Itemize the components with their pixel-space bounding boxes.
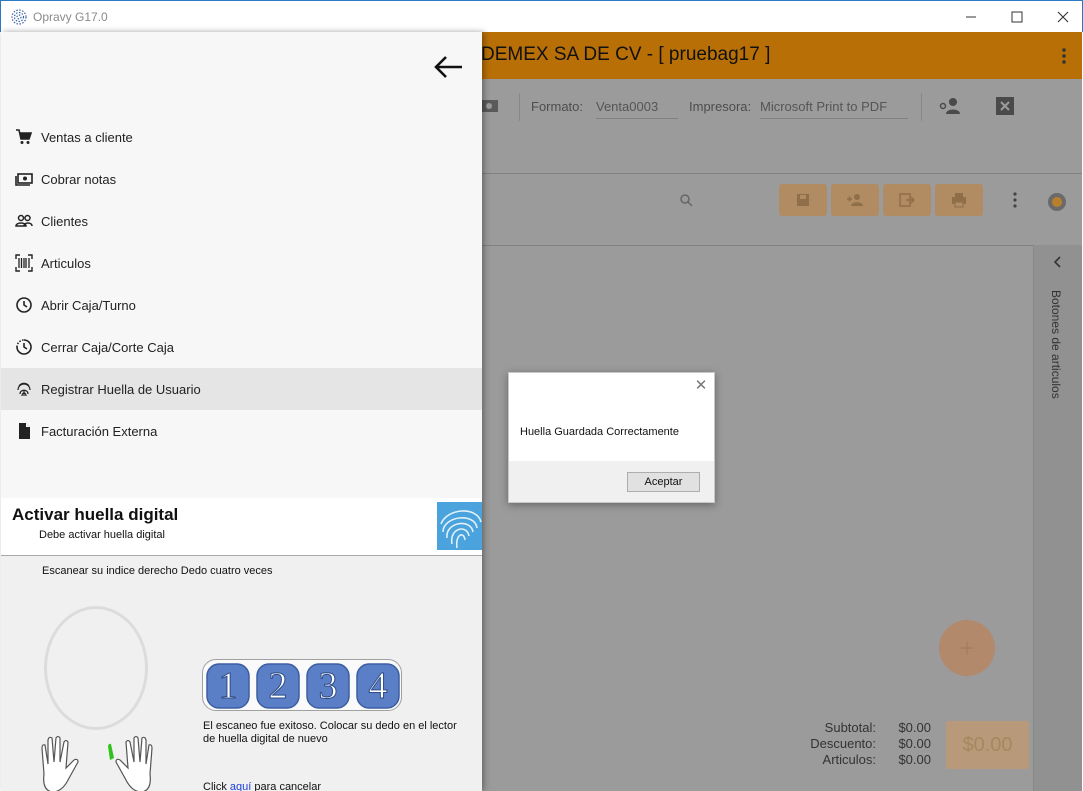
menu-item-facturacion[interactable]: Facturación Externa [1,410,482,452]
cart-icon [16,129,33,144]
status-indicator-icon [1048,193,1066,211]
fingerprint-instruction: Escanear su indice derecho Dedo cuatro v… [42,565,273,577]
cash-icon [15,173,33,186]
fingerprint-image-icon [437,502,482,550]
articles-buttons-label: Botones de articulos [1049,290,1063,399]
impresora-label: Impresora: [689,99,752,114]
subtotal-label: Subtotal: [824,720,876,735]
total-pay-button[interactable]: $0.00 [946,721,1029,769]
menu-item-label: Cobrar notas [41,171,117,187]
menu-item-cobrar[interactable]: Cobrar notas [1,158,482,200]
scan-step-2: 2 [268,665,288,708]
toolbar-divider [921,93,922,121]
fingerprint-subtitle: Debe activar huella digital [39,529,165,541]
dialog-footer: Aceptar [509,461,714,502]
divider [482,173,1082,174]
save-icon [797,194,809,206]
search-icon[interactable] [679,193,693,207]
add-client-button[interactable] [831,184,879,216]
clock-half-icon [16,339,32,355]
close-icon [1057,11,1069,23]
company-title: DEMEX SA DE CV - [ pruebag17 ] [481,44,771,65]
articles-row: Articulos: $0.00 [781,752,931,768]
scan-step-3: 3 [318,665,338,708]
maximize-button[interactable] [994,1,1040,33]
hands-icon [41,735,153,791]
discount-label: Descuento: [810,736,876,751]
articles-value: $0.00 [898,752,931,767]
document-icon [19,423,30,439]
discount-value: $0.00 [898,736,931,751]
menu-item-label: Facturación Externa [41,423,158,439]
fingerprint-title: Activar huella digital [12,505,179,524]
cancel-prefix: Click [203,781,230,791]
articles-label: Articulos: [822,752,876,767]
menu-item-ventas[interactable]: Ventas a cliente [1,116,482,158]
scan-progress-steps: 1 2 3 4 [202,659,402,711]
scan-step-1: 1 [218,665,238,708]
minimize-icon [966,16,976,18]
drawer-menu: Ventas a cliente Cobrar notas Clientes A… [1,116,482,452]
chevron-left-icon[interactable] [1052,255,1064,269]
save-button[interactable] [779,184,827,216]
accept-button[interactable]: Aceptar [627,472,700,492]
divider [482,245,1033,246]
navigation-drawer: Ventas a cliente Cobrar notas Clientes A… [1,32,482,791]
totals-summary: Subtotal: $0.00 Descuento: $0.00 Articul… [781,720,931,768]
back-arrow-icon[interactable] [431,52,465,82]
formato-label: Formato: [531,99,584,114]
add-item-fab[interactable]: + [939,620,995,676]
subtotal-value: $0.00 [898,720,931,735]
close-box-icon[interactable] [993,95,1017,117]
menu-item-cerrar-caja[interactable]: Cerrar Caja/Corte Caja [1,326,482,368]
fingerprint-icon [17,382,31,397]
cancel-link[interactable]: aquí [230,781,251,791]
discount-row: Descuento: $0.00 [781,736,931,752]
menu-item-label: Registrar Huella de Usuario [41,381,201,397]
exit-icon [899,193,916,207]
menu-item-registrar-huella[interactable]: Registrar Huella de Usuario [1,368,482,410]
scan-step-4: 4 [368,665,388,708]
menu-item-label: Ventas a cliente [41,129,133,145]
window-titlebar: Opravy G17.0 [0,0,1083,32]
more-vert-icon[interactable] [1054,46,1074,66]
dialog-message: Huella Guardada Correctamente [520,426,679,438]
close-window-button[interactable] [1040,1,1083,33]
menu-item-articulos[interactable]: Articulos [1,242,482,284]
fingerprint-panel: Activar huella digital Debe activar huel… [1,498,482,791]
menu-item-label: Abrir Caja/Turno [41,297,136,313]
menu-item-abrir-caja[interactable]: Abrir Caja/Turno [1,284,482,326]
people-icon [15,214,33,227]
minimize-button[interactable] [948,1,994,33]
dialog-close-icon[interactable]: ✕ [694,378,708,393]
barcode-icon [15,254,33,272]
fingerprint-preview [44,606,148,730]
app-logo-icon [11,9,27,25]
impresora-select[interactable]: Microsoft Print to PDF [760,99,908,119]
menu-item-clientes[interactable]: Clientes [1,200,482,242]
maximize-icon [1011,11,1023,23]
print-icon [952,193,966,208]
cancel-suffix: para cancelar [251,781,322,791]
user-key-icon[interactable] [938,95,962,117]
cancel-line: Click aquí para cancelar [203,781,321,791]
fingerprint-header: Activar huella digital Debe activar huel… [1,498,482,556]
print-button[interactable] [935,184,983,216]
window-title: Opravy G17.0 [33,10,108,24]
menu-item-label: Cerrar Caja/Corte Caja [41,339,174,355]
scan-status-message: El escaneo fue exitoso. Colocar su dedo … [203,720,457,745]
toolbar-divider [519,93,520,121]
add-person-icon [847,194,863,206]
menu-item-label: Clientes [41,213,88,229]
export-button[interactable] [883,184,931,216]
menu-item-label: Articulos [41,255,91,271]
clock-icon [16,297,32,313]
formato-select[interactable]: Venta0003 [596,99,678,119]
more-vert-icon[interactable] [1007,190,1023,210]
subtotal-row: Subtotal: $0.00 [781,720,931,736]
message-dialog: ✕ Huella Guardada Correctamente Aceptar [508,372,715,503]
